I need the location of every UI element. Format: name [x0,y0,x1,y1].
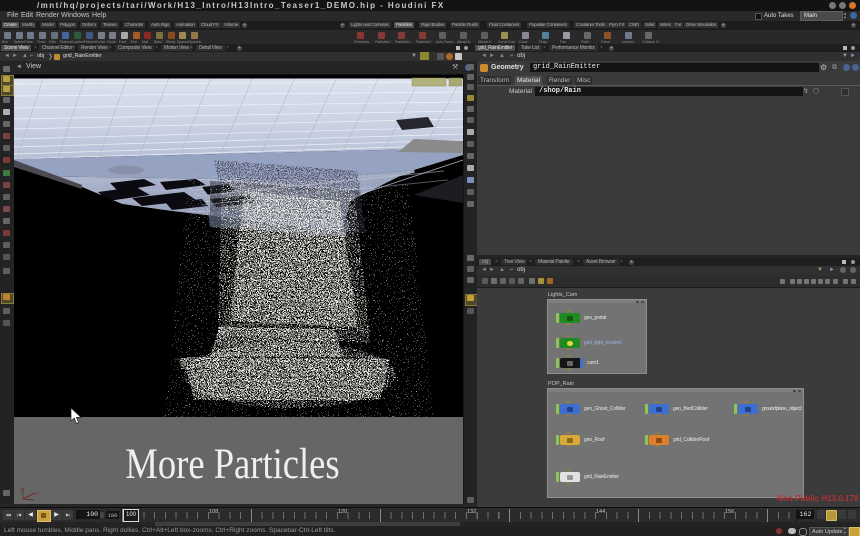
svg-text:x: x [36,491,39,497]
